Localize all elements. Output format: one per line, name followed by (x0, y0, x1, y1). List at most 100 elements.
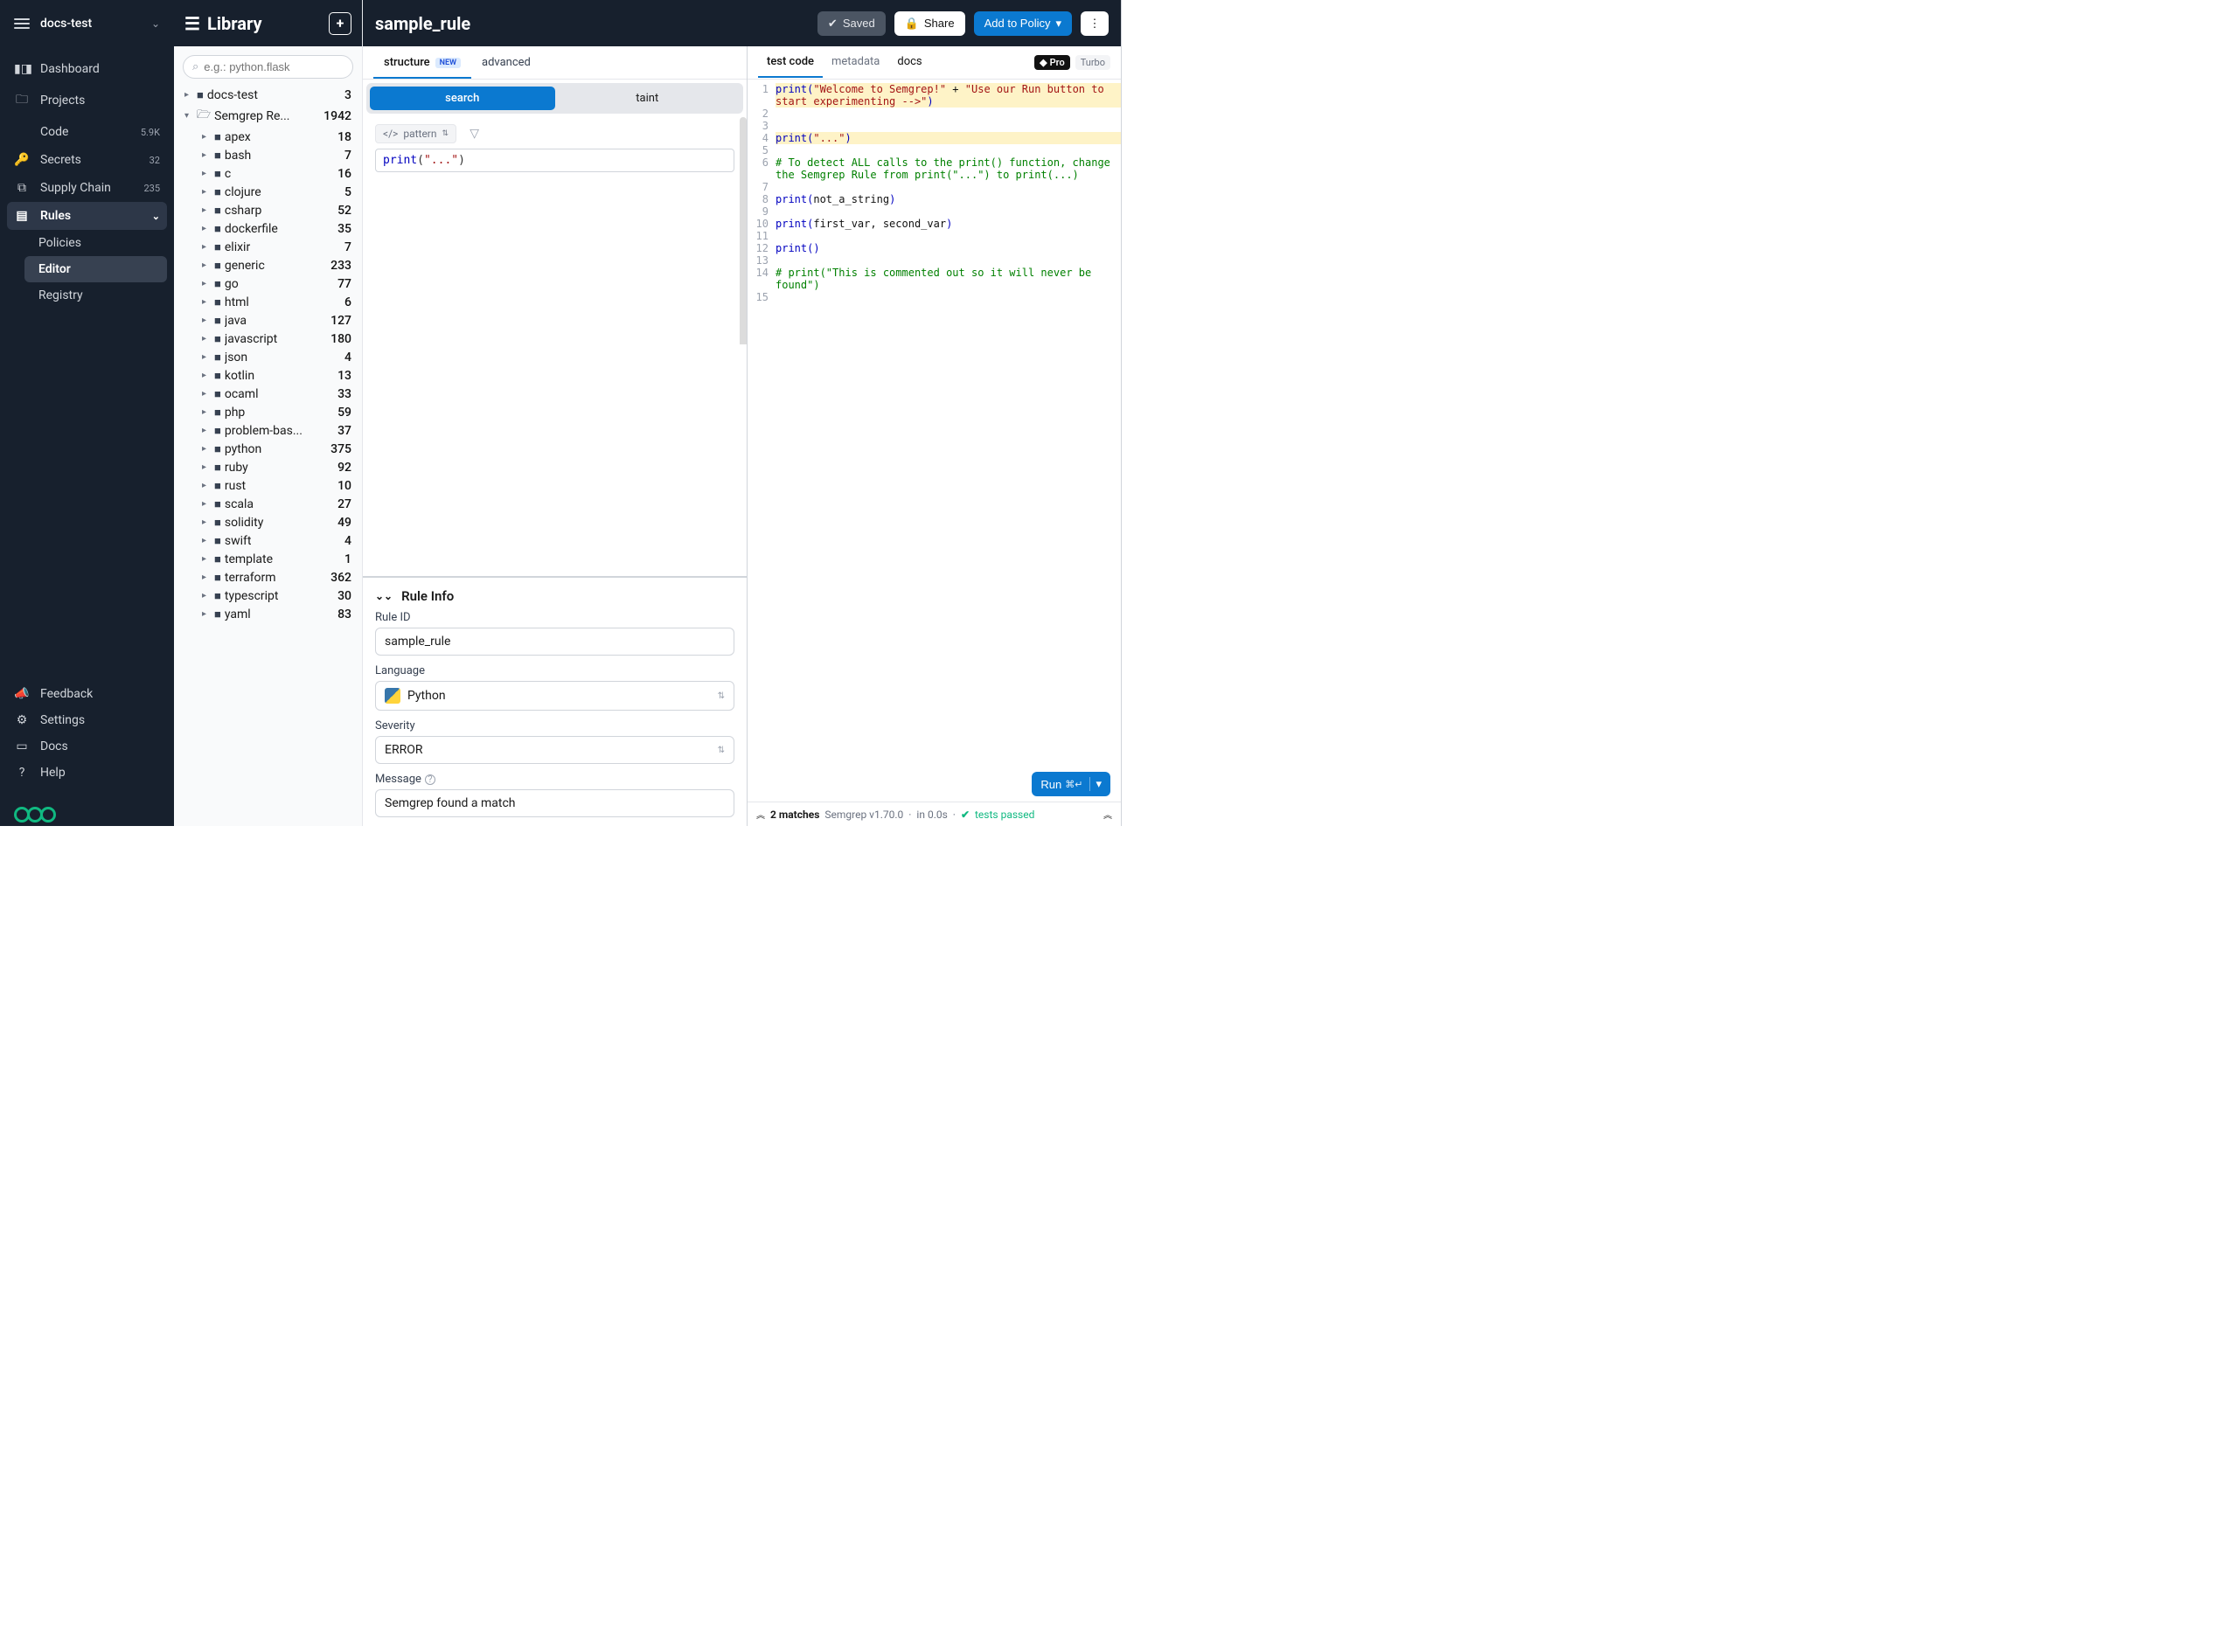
sidebar-item-supply-chain[interactable]: ⧉ Supply Chain 235 (0, 174, 174, 202)
language-select[interactable]: Python ⇅ (375, 681, 734, 711)
tree-item[interactable]: ▸ ■ template 1 (177, 550, 358, 568)
folder-icon: ■ (214, 130, 221, 144)
folder-icon: ■ (197, 88, 204, 102)
severity-select[interactable]: ERROR ⇅ (375, 736, 734, 764)
match-count: 2 matches (770, 809, 819, 821)
turbo-badge[interactable]: Turbo (1075, 55, 1110, 70)
add-to-policy-button[interactable]: Add to Policy ▾ (974, 11, 1072, 36)
tree-item[interactable]: ▸ ■ python 375 (177, 440, 358, 458)
tree-item[interactable]: ▸ ■ typescript 30 (177, 587, 358, 605)
tree-item[interactable]: ▸ ■ rust 10 (177, 476, 358, 495)
folder-icon: ■ (214, 277, 221, 291)
tree-item[interactable]: ▸ ■ html 6 (177, 293, 358, 311)
tab-docs[interactable]: docs (888, 47, 930, 78)
tree-item[interactable]: ▸ ■ csharp 52 (177, 201, 358, 219)
expand-icon[interactable]: ︽ (756, 808, 765, 821)
more-menu-button[interactable]: ⋮ (1081, 11, 1109, 36)
org-name: docs-test (40, 17, 141, 31)
pattern-input[interactable]: print("...") (375, 149, 734, 172)
test-code-editor[interactable]: 1print("Welcome to Semgrep!" + "Use our … (748, 80, 1121, 802)
filter-icon[interactable]: ▽ (470, 127, 479, 141)
tree-item[interactable]: ▸ ■ ocaml 33 (177, 385, 358, 403)
sidebar-item-docs[interactable]: ▭Docs (0, 733, 174, 760)
chevron-icon: ▸ (202, 517, 211, 527)
sidebar-subitem-editor[interactable]: Editor (24, 256, 167, 282)
tab-metadata[interactable]: metadata (823, 47, 888, 78)
collapse-icon[interactable]: ⌄⌄ (375, 590, 393, 602)
tree-item[interactable]: ▸ ■ c 16 (177, 164, 358, 183)
info-icon[interactable]: ? (425, 774, 435, 785)
new-rule-button[interactable]: + (329, 12, 351, 35)
pattern-type-selector[interactable]: </> pattern ⇅ (375, 124, 456, 143)
tree-item[interactable]: ▸ ■ solidity 49 (177, 513, 358, 531)
chevron-down-icon[interactable]: ▾ (1089, 777, 1102, 791)
tree-item[interactable]: ▸ ■ kotlin 13 (177, 366, 358, 385)
code-icon: </> (383, 128, 398, 140)
tab-test-code[interactable]: test code (758, 47, 823, 78)
search-input[interactable] (204, 60, 358, 73)
chevron-icon: ▸ (202, 499, 211, 509)
check-icon: ✔ (961, 809, 970, 821)
folder-icon: ■ (214, 589, 221, 603)
tree-item[interactable]: ▸ ■ problem-bas... 37 (177, 421, 358, 440)
tree-item[interactable]: ▸ ■ swift 4 (177, 531, 358, 550)
sidebar-item-rules[interactable]: ▤ Rules ⌄ (7, 202, 167, 230)
tree-item[interactable]: ▸ ■ json 4 (177, 348, 358, 366)
mode-taint[interactable]: taint (555, 87, 741, 110)
sidebar-item-feedback[interactable]: 📣Feedback (0, 681, 174, 707)
tab-structure[interactable]: structure NEW (373, 48, 471, 79)
sidebar-item-projects[interactable]: 🗀 Projects (0, 83, 174, 118)
share-button[interactable]: 🔒 Share (894, 11, 965, 36)
sidebar-item-code[interactable]: Code 5.9K (0, 118, 174, 146)
chevron-icon: ▸ (202, 481, 211, 490)
sidebar-item-dashboard[interactable]: ▮◨ Dashboard (0, 55, 174, 83)
run-button[interactable]: Run ⌘↵ ▾ (1032, 772, 1110, 796)
tree-item[interactable]: ▸ ■ dockerfile 35 (177, 219, 358, 238)
sidebar-item-help[interactable]: ?Help (0, 760, 174, 786)
tree-item[interactable]: ▸ ■ docs-test 3 (177, 86, 358, 104)
code-line: 5 (748, 144, 1121, 156)
tree-item[interactable]: ▸ ■ terraform 362 (177, 568, 358, 587)
chevron-icon: ▸ (202, 169, 211, 178)
tree-item[interactable]: ▸ ■ ruby 92 (177, 458, 358, 476)
folder-icon: ■ (214, 461, 221, 475)
org-switcher[interactable]: docs-test ⌄ (0, 0, 174, 46)
tab-advanced[interactable]: advanced (471, 48, 541, 79)
mode-search[interactable]: search (370, 87, 555, 110)
tree-item[interactable]: ▸ ■ yaml 83 (177, 605, 358, 623)
check-icon: ✔ (828, 17, 838, 31)
tree-item[interactable]: ▸ ■ scala 27 (177, 495, 358, 513)
menu-icon[interactable] (14, 18, 30, 29)
chevron-down-icon[interactable]: ⌄ (151, 17, 160, 30)
rule-id-input[interactable]: sample_rule (375, 628, 734, 656)
sidebar-subitem-registry[interactable]: Registry (38, 282, 174, 309)
folder-icon: ■ (214, 259, 221, 273)
chevron-icon: ▸ (184, 90, 193, 100)
scrollbar[interactable] (740, 117, 747, 576)
tree-item[interactable]: ▸ ■ javascript 180 (177, 330, 358, 348)
sidebar-subitem-policies[interactable]: Policies (38, 230, 174, 256)
sidebar-item-settings[interactable]: ⚙Settings (0, 707, 174, 733)
sidebar-item-secrets[interactable]: 🔑 Secrets 32 (0, 146, 174, 174)
new-badge: NEW (435, 58, 461, 68)
expand-icon[interactable]: ︽ (1103, 808, 1112, 821)
tree-item[interactable]: ▸ ■ bash 7 (177, 146, 358, 164)
folder-icon: ■ (214, 552, 221, 566)
tree-item[interactable]: ▸ ■ apex 18 (177, 128, 358, 146)
code-line: 13 (748, 254, 1121, 267)
code-line: 10print(first_var, second_var) (748, 218, 1121, 230)
tree-item[interactable]: ▸ ■ java 127 (177, 311, 358, 330)
book-icon: ▭ (14, 739, 30, 753)
tree-item[interactable]: ▸ ■ php 59 (177, 403, 358, 421)
code-line: 1print("Welcome to Semgrep!" + "Use our … (748, 83, 1121, 108)
tree-item[interactable]: ▾ 🗁 Semgrep Re... 1942 (177, 104, 358, 128)
message-label: Message ? (375, 773, 734, 786)
pro-badge[interactable]: ◆ Pro (1034, 55, 1070, 70)
tree-item[interactable]: ▸ ■ generic 233 (177, 256, 358, 274)
library-search[interactable]: ⌕ (183, 55, 353, 79)
tree-item[interactable]: ▸ ■ clojure 5 (177, 183, 358, 201)
folder-icon: ■ (214, 222, 221, 236)
message-input[interactable]: Semgrep found a match (375, 789, 734, 817)
tree-item[interactable]: ▸ ■ elixir 7 (177, 238, 358, 256)
tree-item[interactable]: ▸ ■ go 77 (177, 274, 358, 293)
